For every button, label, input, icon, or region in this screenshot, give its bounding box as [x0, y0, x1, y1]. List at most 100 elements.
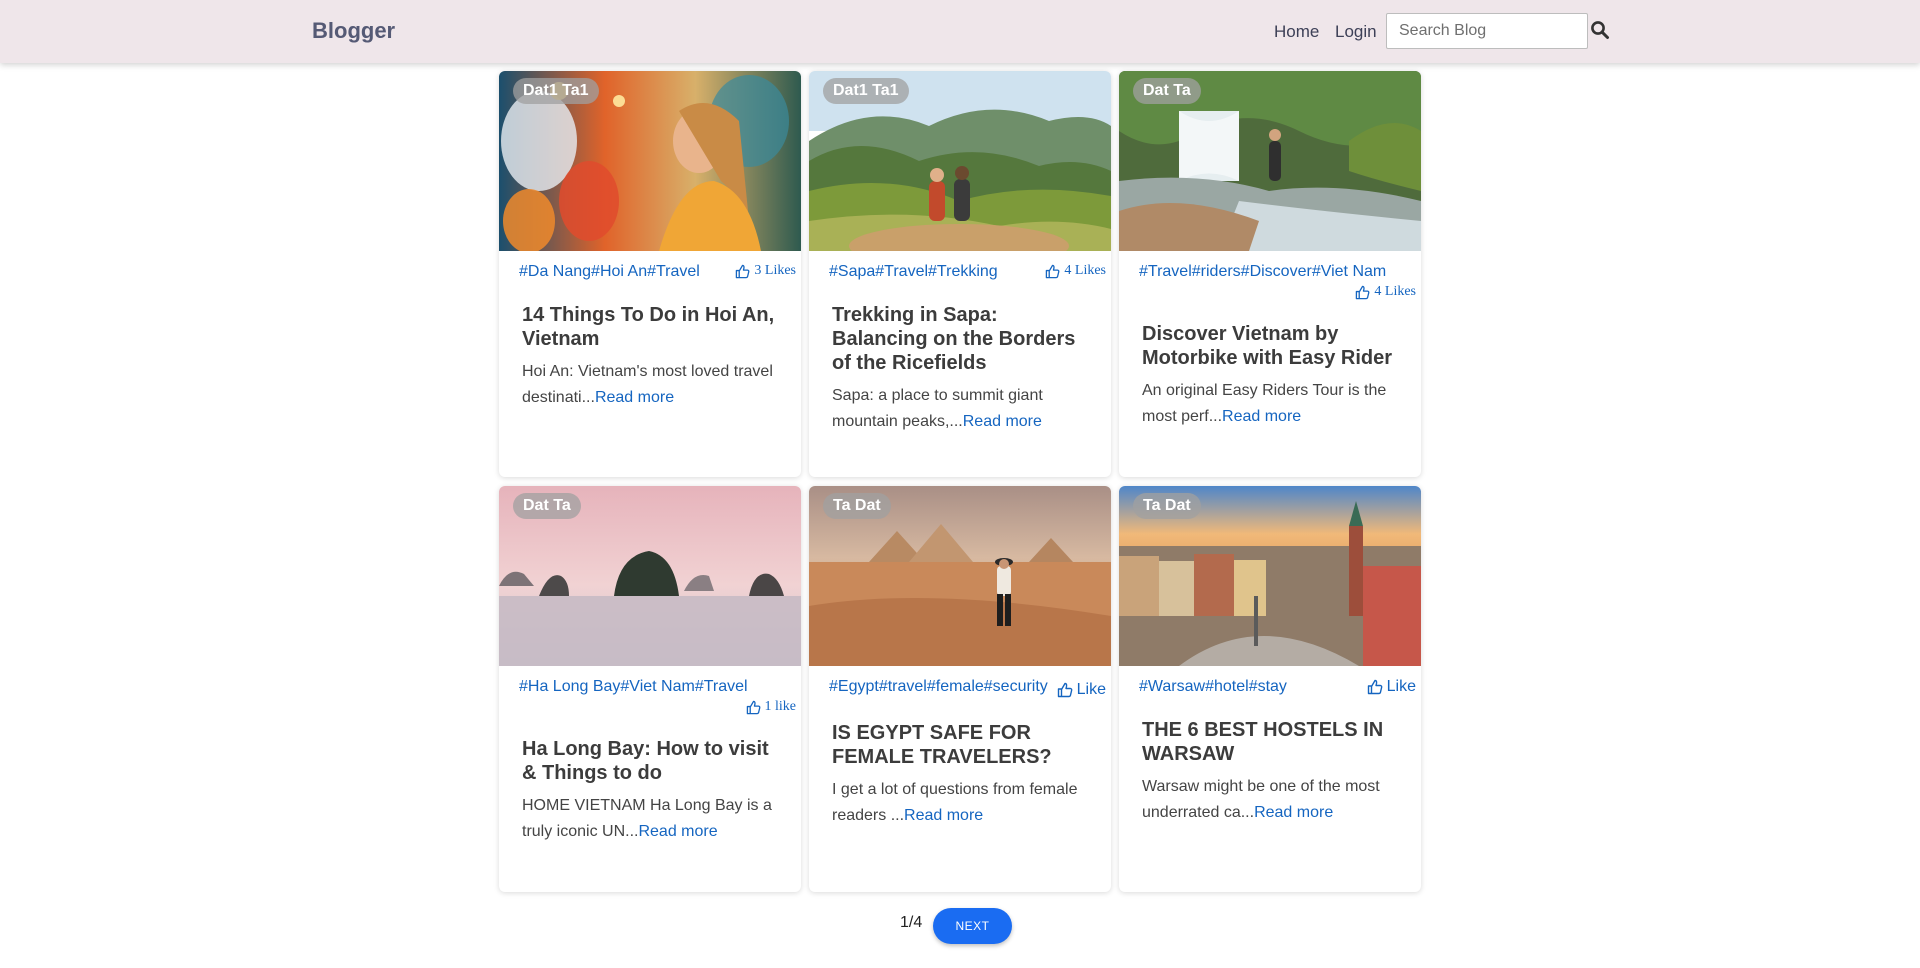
thumbs-up-icon [1367, 679, 1383, 695]
post-card: Ta Dat #Egypt#travel#female#security Lik… [809, 486, 1111, 892]
tag-list: #Da Nang#Hoi An#Travel [519, 263, 700, 281]
post-body: Ha Long Bay: How to visit & Things to do… [499, 737, 801, 845]
post-excerpt: Hoi An: Vietnam's most loved travel dest… [522, 359, 779, 411]
like-count: 1 like [764, 699, 797, 714]
read-more-link[interactable]: Read more [595, 389, 674, 406]
tag-link[interactable]: #Hoi An [591, 263, 647, 280]
like-button[interactable]: 3 Likes [735, 263, 796, 279]
post-title[interactable]: IS EGYPT SAFE FOR FEMALE TRAVELERS? [832, 721, 1089, 769]
like-button[interactable]: Like [1367, 678, 1416, 696]
read-more-link[interactable]: Read more [1222, 408, 1301, 425]
post-card: Ta Dat #Warsaw#hotel#stay Like THE 6 BES… [1119, 486, 1421, 892]
post-thumbnail[interactable]: Dat1 Ta1 [809, 71, 1111, 251]
post-meta: #Warsaw#hotel#stay Like [1119, 666, 1421, 696]
post-excerpt: I get a lot of questions from female rea… [832, 777, 1089, 829]
tag-link[interactable]: #Trekking [928, 263, 998, 280]
tag-list: #Travel#riders#Discover#Viet Nam [1139, 263, 1386, 281]
post-meta: #Egypt#travel#female#security Like [809, 666, 1111, 699]
tag-link[interactable]: #hotel [1205, 678, 1249, 695]
read-more-link[interactable]: Read more [638, 823, 717, 840]
tag-link[interactable]: #Travel [875, 263, 928, 280]
author-badge: Dat1 Ta1 [823, 78, 909, 104]
tag-link[interactable]: #Discover [1241, 263, 1312, 280]
post-title[interactable]: Ha Long Bay: How to visit & Things to do [522, 737, 779, 785]
post-body: 14 Things To Do in Hoi An, Vietnam Hoi A… [499, 303, 801, 411]
tag-link[interactable]: #stay [1249, 678, 1287, 695]
post-thumbnail[interactable]: Ta Dat [809, 486, 1111, 666]
post-thumbnail[interactable]: Ta Dat [1119, 486, 1421, 666]
tag-list: #Ha Long Bay#Viet Nam#Travel [519, 678, 748, 696]
thumbs-up-icon [1356, 285, 1370, 299]
top-navbar: Blogger Home Login [0, 0, 1920, 63]
author-badge: Ta Dat [823, 493, 891, 519]
thumbs-up-icon [1057, 682, 1073, 698]
post-body: Trekking in Sapa: Balancing on the Borde… [809, 303, 1111, 435]
post-title[interactable]: Trekking in Sapa: Balancing on the Borde… [832, 303, 1089, 375]
tag-link[interactable]: #Sapa [829, 263, 875, 280]
nav-home-link[interactable]: Home [1274, 22, 1319, 42]
tag-link[interactable]: #Travel [1139, 263, 1192, 280]
author-badge: Ta Dat [1133, 493, 1201, 519]
post-excerpt: Sapa: a place to summit giant mountain p… [832, 383, 1089, 435]
tag-link[interactable]: #security [984, 678, 1048, 695]
post-grid: Dat1 Ta1 #Da Nang#Hoi An#Travel 3 Likes … [499, 71, 1421, 892]
author-badge: Dat Ta [513, 493, 581, 519]
like-label: Like [1386, 678, 1416, 695]
tag-link[interactable]: #Travel [695, 678, 748, 695]
tag-list: #Sapa#Travel#Trekking [829, 263, 998, 281]
post-title[interactable]: Discover Vietnam by Motorbike with Easy … [1142, 322, 1399, 370]
post-meta: #Sapa#Travel#Trekking 4 Likes [809, 251, 1111, 281]
thumbs-up-icon [736, 264, 750, 278]
post-thumbnail[interactable]: Dat1 Ta1 [499, 71, 801, 251]
thumbs-up-icon [746, 700, 760, 714]
next-page-button[interactable]: NEXT [933, 908, 1012, 944]
tag-link[interactable]: #Warsaw [1139, 678, 1205, 695]
like-count: 4 Likes [1064, 263, 1106, 278]
like-button[interactable]: Like [1057, 681, 1106, 699]
tag-link[interactable]: #female [927, 678, 984, 695]
tag-link[interactable]: #Egypt [829, 678, 879, 695]
thumbs-up-icon [1046, 264, 1060, 278]
like-count: 4 Likes [1374, 284, 1416, 299]
search-input[interactable] [1386, 13, 1588, 49]
like-button[interactable]: 4 Likes [1355, 284, 1416, 300]
post-thumbnail[interactable]: Dat Ta [1119, 71, 1421, 251]
tag-link[interactable]: #riders [1192, 263, 1241, 280]
post-body: Discover Vietnam by Motorbike with Easy … [1119, 322, 1421, 430]
author-badge: Dat Ta [1133, 78, 1201, 104]
like-label: Like [1076, 681, 1106, 698]
tag-list: #Egypt#travel#female#security [829, 678, 1048, 696]
tag-link[interactable]: #Da Nang [519, 263, 591, 280]
brand-logo[interactable]: Blogger [312, 18, 395, 44]
post-title[interactable]: THE 6 BEST HOSTELS IN WARSAW [1142, 718, 1399, 766]
tag-link[interactable]: #Viet Nam [620, 678, 694, 695]
post-excerpt: HOME VIETNAM Ha Long Bay is a truly icon… [522, 793, 779, 845]
search-icon[interactable] [1590, 20, 1612, 42]
post-body: IS EGYPT SAFE FOR FEMALE TRAVELERS? I ge… [809, 721, 1111, 829]
tag-link[interactable]: #Ha Long Bay [519, 678, 620, 695]
nav-login-link[interactable]: Login [1335, 22, 1377, 42]
post-card: Dat1 Ta1 #Sapa#Travel#Trekking 4 Likes T… [809, 71, 1111, 477]
post-card: Dat1 Ta1 #Da Nang#Hoi An#Travel 3 Likes … [499, 71, 801, 477]
like-button[interactable]: 1 like [746, 699, 797, 715]
post-excerpt: An original Easy Riders Tour is the most… [1142, 378, 1399, 430]
read-more-link[interactable]: Read more [1254, 804, 1333, 821]
read-more-link[interactable]: Read more [963, 413, 1042, 430]
like-button[interactable]: 4 Likes [1045, 263, 1106, 279]
post-card: Dat Ta #Travel#riders#Discover#Viet Nam … [1119, 71, 1421, 477]
page-indicator: 1/4 [900, 914, 923, 931]
post-card: Dat Ta #Ha Long Bay#Viet Nam#Travel 1 li… [499, 486, 801, 892]
tag-list: #Warsaw#hotel#stay [1139, 678, 1287, 696]
tag-link[interactable]: #Travel [647, 263, 700, 280]
post-meta: #Da Nang#Hoi An#Travel 3 Likes [499, 251, 801, 281]
post-meta: #Travel#riders#Discover#Viet Nam 4 Likes [1119, 251, 1421, 300]
tag-link[interactable]: #Viet Nam [1312, 263, 1386, 280]
post-body: THE 6 BEST HOSTELS IN WARSAW Warsaw migh… [1119, 718, 1421, 826]
read-more-link[interactable]: Read more [904, 807, 983, 824]
post-meta: #Ha Long Bay#Viet Nam#Travel 1 like [499, 666, 801, 715]
author-badge: Dat1 Ta1 [513, 78, 599, 104]
like-count: 3 Likes [754, 263, 796, 278]
tag-link[interactable]: #travel [879, 678, 927, 695]
post-title[interactable]: 14 Things To Do in Hoi An, Vietnam [522, 303, 779, 351]
post-thumbnail[interactable]: Dat Ta [499, 486, 801, 666]
